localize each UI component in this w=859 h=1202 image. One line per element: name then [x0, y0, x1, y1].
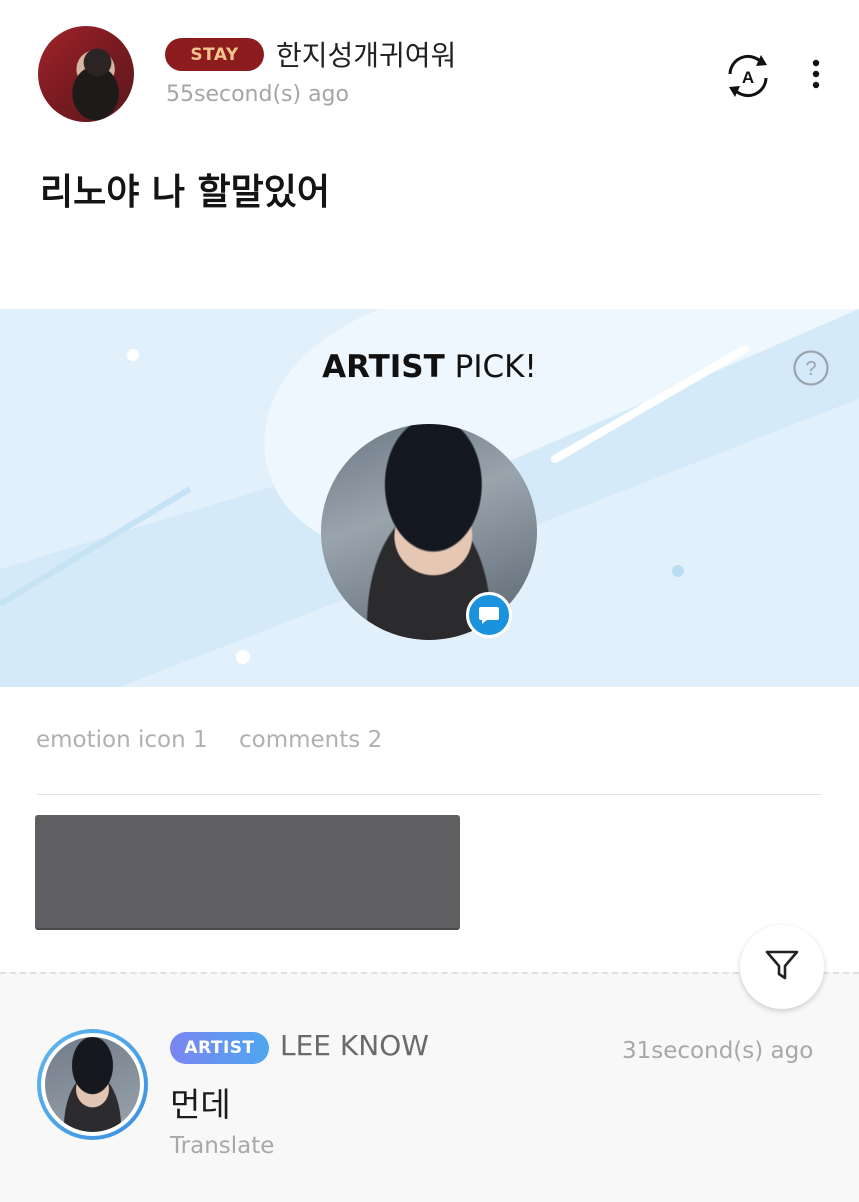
comment-author-name[interactable]: LEE KNOW	[280, 1029, 429, 1062]
stay-badge: STAY	[165, 38, 264, 71]
translate-icon[interactable]: A	[721, 52, 775, 100]
comment-text: 먼데	[170, 1085, 231, 1124]
redacted-block	[35, 815, 460, 928]
more-vertical-icon[interactable]	[803, 56, 829, 96]
chat-bubble-icon[interactable]	[466, 592, 512, 638]
divider	[37, 794, 821, 795]
artist-badge: ARTIST	[170, 1032, 269, 1064]
translate-link[interactable]: Translate	[170, 1133, 274, 1159]
artist-pick-title-rest: PICK!	[444, 349, 537, 385]
artist-pick-title-bold: ARTIST	[322, 349, 445, 385]
author-username[interactable]: 한지성개귀여워	[276, 34, 456, 74]
post-text: 리노야 나 할말있어	[40, 172, 331, 213]
filter-icon	[764, 948, 800, 986]
comment-timestamp: 31second(s) ago	[622, 1038, 814, 1064]
author-avatar[interactable]	[38, 26, 134, 122]
help-icon[interactable]: ?	[792, 349, 830, 387]
svg-text:?: ?	[805, 358, 816, 380]
filter-button[interactable]	[740, 925, 824, 1009]
post-timestamp: 55second(s) ago	[166, 82, 349, 107]
artist-pick-title: ARTIST PICK!	[0, 349, 859, 389]
comment-avatar[interactable]	[37, 1029, 148, 1140]
svg-text:A: A	[742, 68, 754, 87]
emotion-count[interactable]: emotion icon 1	[36, 727, 208, 753]
comment-count[interactable]: comments 2	[239, 727, 382, 753]
